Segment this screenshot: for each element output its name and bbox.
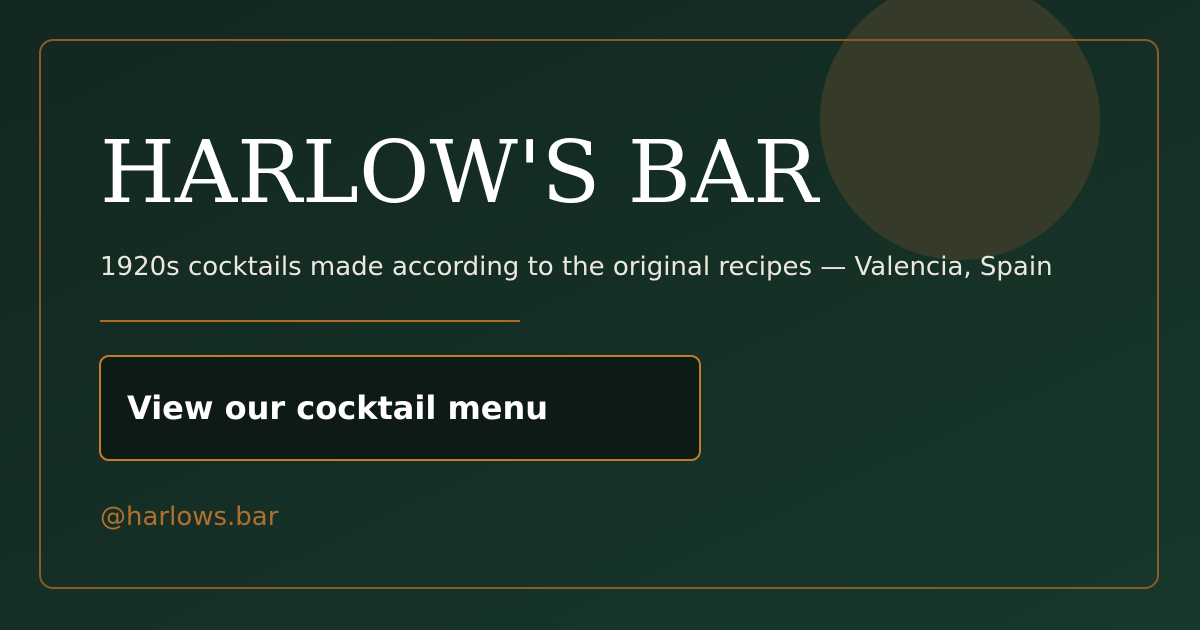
view-menu-button-label: View our cocktail menu	[127, 389, 549, 427]
view-menu-button[interactable]: View our cocktail menu	[99, 355, 701, 461]
tagline: 1920s cocktails made according to the or…	[100, 252, 1053, 282]
divider-line	[100, 320, 520, 322]
social-handle[interactable]: @harlows.bar	[100, 502, 278, 532]
bar-name-title: HARLOW'S BAR	[100, 123, 818, 223]
